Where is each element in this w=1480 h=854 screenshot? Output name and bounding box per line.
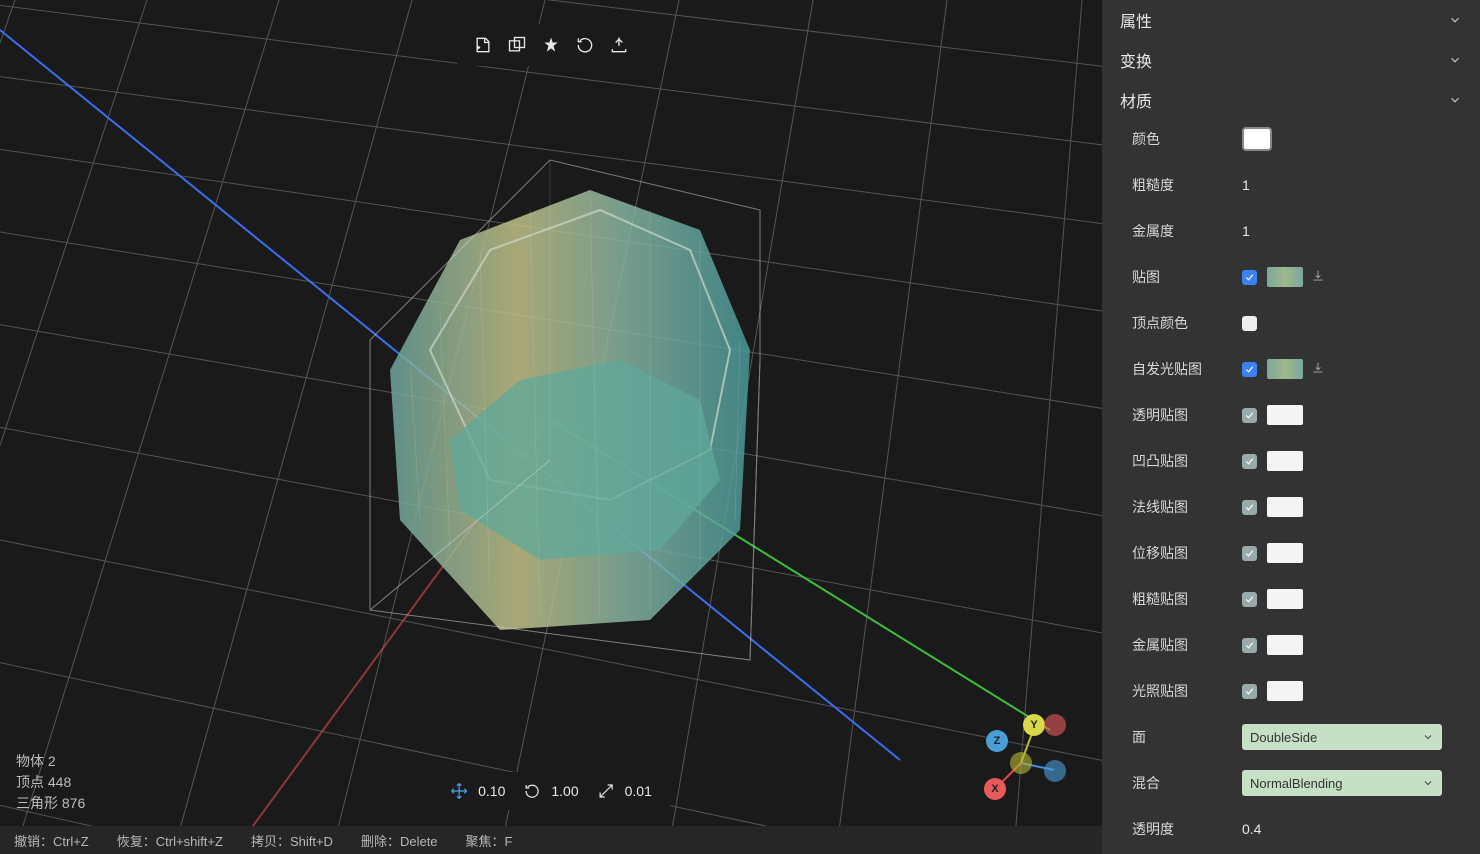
prop-normal-map: 法线贴图 bbox=[1132, 494, 1462, 520]
vertex-color-checkbox[interactable] bbox=[1242, 316, 1257, 331]
roughness-value[interactable]: 1 bbox=[1242, 177, 1250, 193]
gizmo-neg-z[interactable] bbox=[1044, 760, 1066, 782]
prop-opacity: 透明度 0.4 bbox=[1132, 816, 1462, 842]
gizmo-z[interactable]: Z bbox=[986, 730, 1008, 752]
scene-stats: 物体 2 顶点 448 三角形 876 bbox=[16, 751, 85, 814]
light-map-thumbnail[interactable] bbox=[1267, 681, 1303, 701]
shortcut-copy: 拷贝：Shift+D bbox=[251, 831, 333, 850]
stat-vertices: 顶点 448 bbox=[16, 772, 85, 793]
viewport-3d[interactable]: 0.10 1.00 0.01 物体 2 顶点 448 三角形 876 bbox=[0, 0, 1102, 854]
orientation-gizmo[interactable]: X Y Z bbox=[976, 708, 1066, 798]
prop-roughness-map: 粗糙贴图 bbox=[1132, 586, 1462, 612]
tool-button-1[interactable] bbox=[472, 34, 494, 56]
gizmo-neg-x[interactable] bbox=[1044, 714, 1066, 736]
mesh-object[interactable] bbox=[350, 150, 770, 670]
light-map-checkbox[interactable] bbox=[1242, 684, 1257, 699]
stat-triangles: 三角形 876 bbox=[16, 793, 85, 814]
map-checkbox[interactable] bbox=[1242, 270, 1257, 285]
prop-map: 贴图 bbox=[1132, 264, 1462, 290]
tool-button-4[interactable] bbox=[574, 34, 596, 56]
chevron-down-icon bbox=[1422, 777, 1434, 789]
chevron-down-icon bbox=[1448, 13, 1462, 27]
prop-side: 面 DoubleSide bbox=[1132, 724, 1462, 750]
top-toolbar bbox=[454, 24, 648, 66]
metalness-map-thumbnail[interactable] bbox=[1267, 635, 1303, 655]
prop-displacement-map: 位移贴图 bbox=[1132, 540, 1462, 566]
download-icon[interactable] bbox=[1311, 269, 1325, 286]
section-transform-title: 变换 bbox=[1120, 48, 1152, 72]
gizmo-y[interactable]: Y bbox=[1023, 714, 1045, 736]
section-attributes[interactable]: 属性 bbox=[1102, 0, 1480, 40]
chevron-down-icon bbox=[1448, 53, 1462, 67]
section-material-title: 材质 bbox=[1120, 88, 1152, 112]
scale-step-value: 0.01 bbox=[625, 783, 652, 799]
map-thumbnail[interactable] bbox=[1267, 267, 1303, 287]
metalness-map-checkbox[interactable] bbox=[1242, 638, 1257, 653]
roughness-map-thumbnail[interactable] bbox=[1267, 589, 1303, 609]
prop-metalness: 金属度 1 bbox=[1132, 218, 1462, 244]
move-step-group[interactable]: 0.10 bbox=[450, 782, 505, 800]
prop-roughness: 粗糙度 1 bbox=[1132, 172, 1462, 198]
alpha-thumbnail[interactable] bbox=[1267, 405, 1303, 425]
emissive-checkbox[interactable] bbox=[1242, 362, 1257, 377]
rotate-step-value: 1.00 bbox=[551, 783, 578, 799]
bottom-transform-toolbar: 0.10 1.00 0.01 bbox=[430, 772, 672, 810]
properties-sidebar: 属性 变换 材质 颜色 粗糙度 1 金属度 1 贴图 bbox=[1102, 0, 1480, 854]
normal-checkbox[interactable] bbox=[1242, 500, 1257, 515]
metalness-value[interactable]: 1 bbox=[1242, 223, 1250, 239]
scale-icon bbox=[597, 782, 615, 800]
prop-vertex-color: 顶点颜色 bbox=[1132, 310, 1462, 336]
tool-button-2[interactable] bbox=[506, 34, 528, 56]
shortcut-focus: 聚焦：F bbox=[466, 831, 513, 850]
prop-emissive-map: 自发光贴图 bbox=[1132, 356, 1462, 382]
material-panel: 颜色 粗糙度 1 金属度 1 贴图 顶点颜色 自发光贴图 bbox=[1102, 120, 1480, 854]
section-attributes-title: 属性 bbox=[1120, 8, 1152, 32]
prop-metalness-map: 金属贴图 bbox=[1132, 632, 1462, 658]
tool-button-3[interactable] bbox=[540, 34, 562, 56]
rotate-step-group[interactable]: 1.00 bbox=[523, 782, 578, 800]
color-swatch[interactable] bbox=[1242, 127, 1272, 151]
prop-bump-map: 凹凸贴图 bbox=[1132, 448, 1462, 474]
chevron-down-icon bbox=[1448, 93, 1462, 107]
gizmo-x[interactable]: X bbox=[984, 778, 1006, 800]
prop-light-map: 光照贴图 bbox=[1132, 678, 1462, 704]
export-button[interactable] bbox=[608, 34, 630, 56]
alpha-checkbox[interactable] bbox=[1242, 408, 1257, 423]
scale-step-group[interactable]: 0.01 bbox=[597, 782, 652, 800]
section-material[interactable]: 材质 bbox=[1102, 80, 1480, 120]
side-dropdown[interactable]: DoubleSide bbox=[1242, 724, 1442, 750]
move-step-value: 0.10 bbox=[478, 783, 505, 799]
blending-dropdown[interactable]: NormalBlending bbox=[1242, 770, 1442, 796]
shortcuts-bar: 撤销：Ctrl+Z 恢复：Ctrl+shift+Z 拷贝：Shift+D 删除：… bbox=[0, 826, 1102, 854]
shortcut-undo: 撤销：Ctrl+Z bbox=[14, 831, 89, 850]
normal-thumbnail[interactable] bbox=[1267, 497, 1303, 517]
prop-alpha-map: 透明贴图 bbox=[1132, 402, 1462, 428]
gizmo-neg-y[interactable] bbox=[1010, 752, 1032, 774]
bump-checkbox[interactable] bbox=[1242, 454, 1257, 469]
bump-thumbnail[interactable] bbox=[1267, 451, 1303, 471]
section-transform[interactable]: 变换 bbox=[1102, 40, 1480, 80]
emissive-thumbnail[interactable] bbox=[1267, 359, 1303, 379]
rotate-icon bbox=[523, 782, 541, 800]
roughness-map-checkbox[interactable] bbox=[1242, 592, 1257, 607]
stat-objects: 物体 2 bbox=[16, 751, 85, 772]
prop-blending: 混合 NormalBlending bbox=[1132, 770, 1462, 796]
opacity-value[interactable]: 0.4 bbox=[1242, 821, 1261, 837]
displacement-checkbox[interactable] bbox=[1242, 546, 1257, 561]
shortcut-redo: 恢复：Ctrl+shift+Z bbox=[117, 831, 223, 850]
move-icon bbox=[450, 782, 468, 800]
download-icon[interactable] bbox=[1311, 361, 1325, 378]
shortcut-delete: 删除：Delete bbox=[361, 831, 438, 850]
prop-color: 颜色 bbox=[1132, 126, 1462, 152]
displacement-thumbnail[interactable] bbox=[1267, 543, 1303, 563]
chevron-down-icon bbox=[1422, 731, 1434, 743]
